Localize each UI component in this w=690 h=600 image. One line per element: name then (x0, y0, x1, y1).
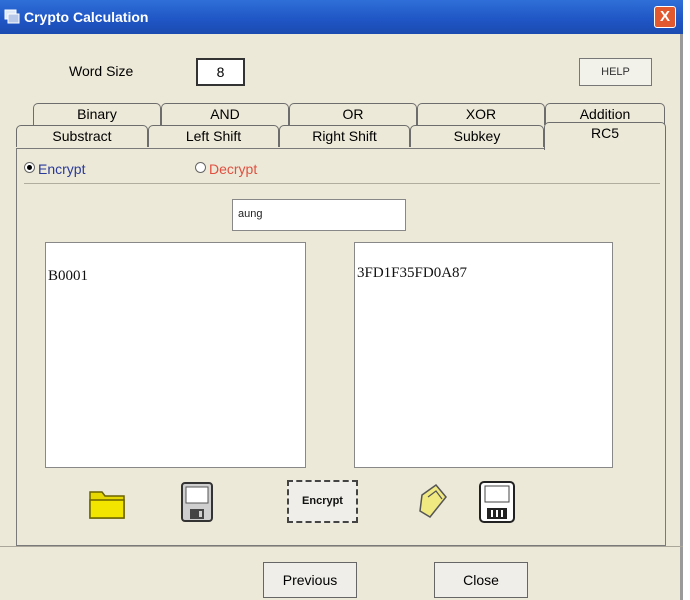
ciphertext-area[interactable]: 3FD1F35FD0A87 (354, 242, 613, 468)
encrypt-radio-label: Encrypt (38, 161, 86, 177)
previous-button[interactable]: Previous (263, 562, 357, 598)
tab-subkey[interactable]: Subkey (410, 125, 544, 147)
window-title: Crypto Calculation (24, 9, 149, 25)
tab-binary[interactable]: Binary (33, 103, 161, 125)
decrypt-radio-label: Decrypt (209, 161, 258, 177)
key-input[interactable]: aung (232, 199, 406, 231)
save-disk-icon[interactable] (478, 480, 516, 524)
radio-selected-icon (24, 162, 35, 173)
tab-left-shift[interactable]: Left Shift (148, 125, 279, 147)
close-button[interactable]: Close (434, 562, 528, 598)
footer-divider (0, 546, 683, 547)
encrypt-button[interactable]: Encrypt (287, 480, 358, 523)
group-divider (24, 183, 660, 184)
encrypt-radio[interactable]: Encrypt (24, 161, 85, 177)
tab-rc5[interactable]: RC5 (544, 122, 666, 150)
tab-or[interactable]: OR (289, 103, 417, 125)
tab-xor[interactable]: XOR (417, 103, 545, 125)
word-size-label: Word Size (69, 63, 134, 79)
open-folder-icon[interactable] (416, 481, 452, 521)
decrypt-radio[interactable]: Decrypt (195, 161, 257, 177)
word-size-input[interactable]: 8 (196, 58, 245, 86)
save-disk-icon[interactable] (180, 481, 214, 523)
crypto-calculation-window: Crypto Calculation X Word Size 8 HELP Bi… (0, 0, 683, 600)
app-icon (4, 9, 20, 24)
window-close-button[interactable]: X (654, 6, 676, 28)
help-button[interactable]: HELP (579, 58, 652, 86)
open-folder-icon[interactable] (87, 484, 127, 522)
tab-right-shift[interactable]: Right Shift (279, 125, 410, 147)
radio-unselected-icon (195, 162, 206, 173)
tab-and[interactable]: AND (161, 103, 289, 125)
tab-substract[interactable]: Substract (16, 125, 148, 147)
panel-top-border (16, 148, 546, 149)
plaintext-area[interactable]: B0001 (45, 242, 306, 468)
title-bar: Crypto Calculation X (0, 0, 683, 34)
